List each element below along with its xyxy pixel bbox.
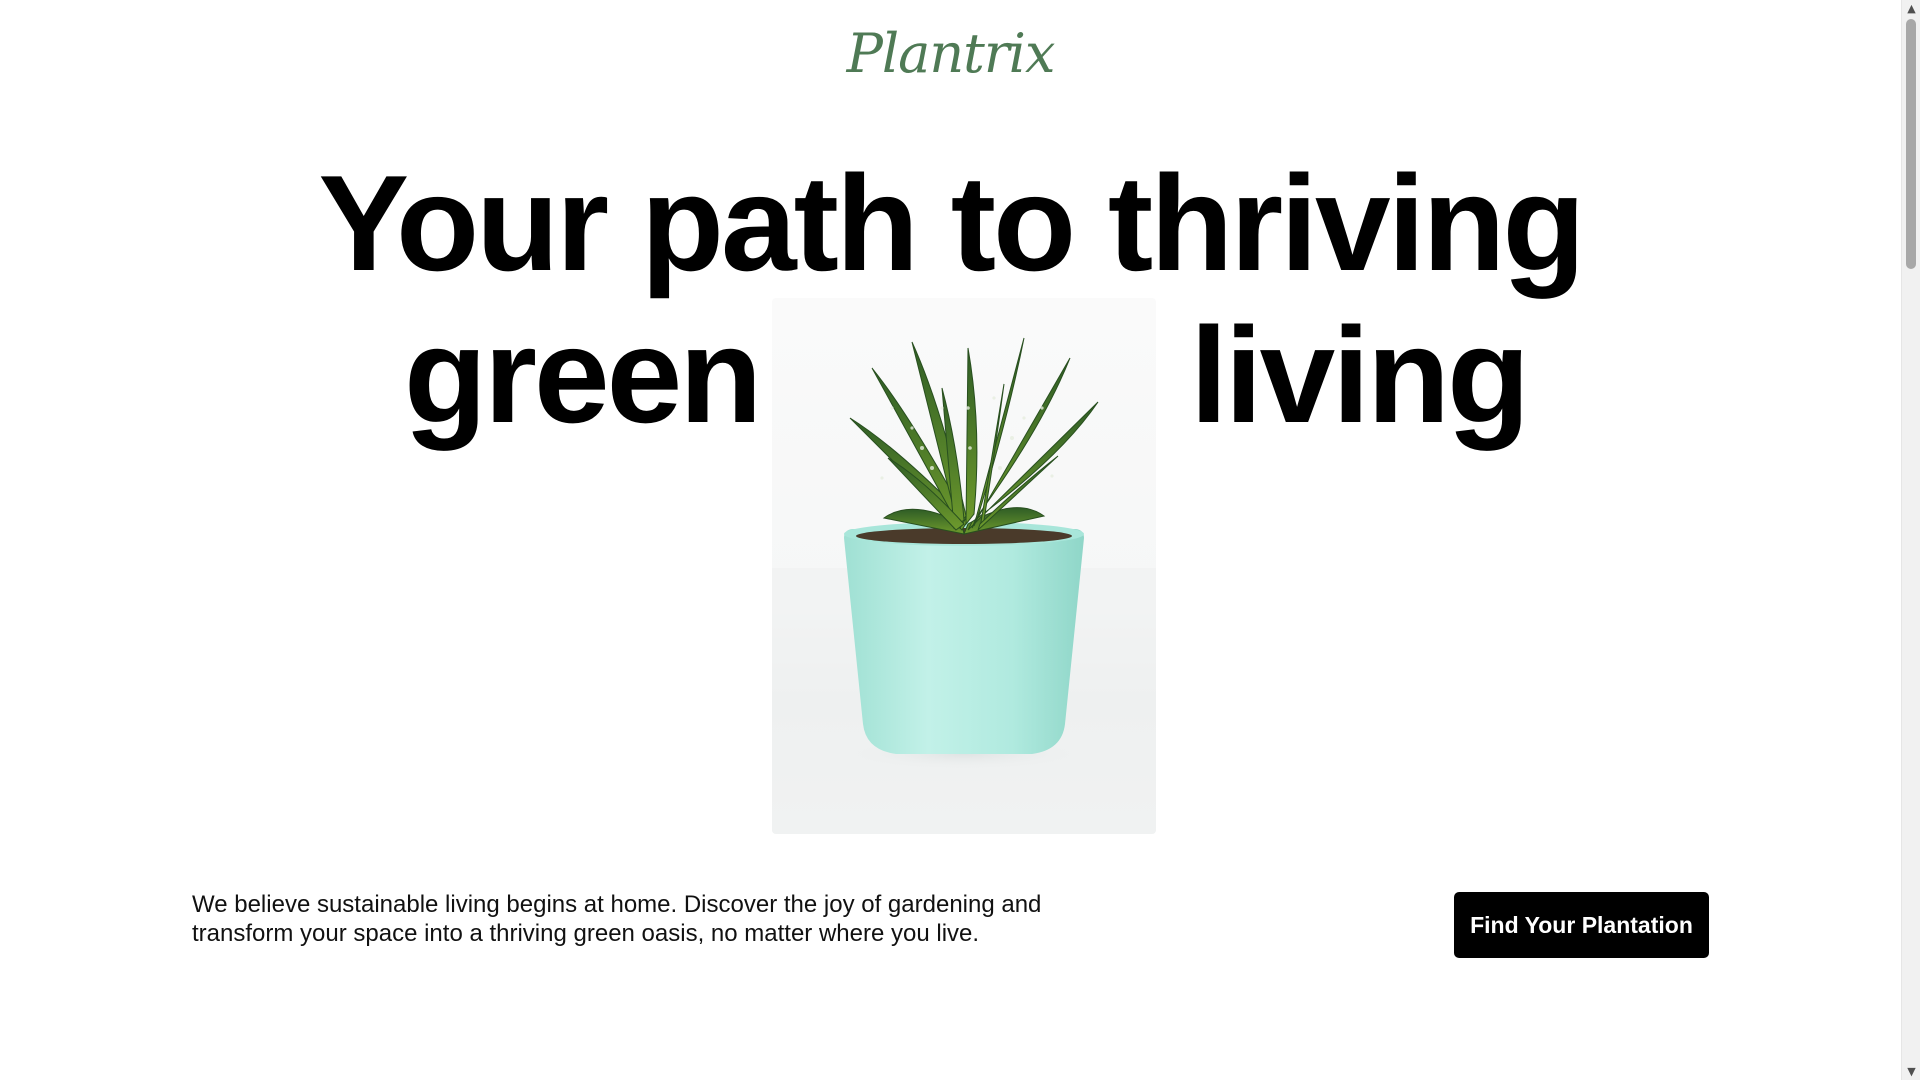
headline-line-1: Your path to thriving <box>318 147 1585 299</box>
page: Plantrix Your path to thriving green liv… <box>0 0 1920 1080</box>
hero-plant-image <box>772 298 1156 834</box>
triangle-down-icon[interactable]: ▼ <box>1902 1063 1920 1080</box>
find-your-plantation-button[interactable]: Find Your Plantation <box>1454 892 1709 958</box>
intro-description: We believe sustainable living begins at … <box>192 891 1042 947</box>
vertical-scrollbar[interactable]: ▲ ▼ <box>1901 0 1920 1080</box>
viewport: Plantrix Your path to thriving green liv… <box>0 0 1901 1080</box>
brand-logo[interactable]: Plantrix <box>0 22 1901 86</box>
headline-word-green: green <box>404 299 762 451</box>
scrollbar-thumb[interactable] <box>1906 19 1916 269</box>
headline-word-living: living <box>1190 299 1530 451</box>
plant-illustration <box>772 337 1156 834</box>
triangle-up-icon[interactable]: ▲ <box>1902 0 1920 17</box>
